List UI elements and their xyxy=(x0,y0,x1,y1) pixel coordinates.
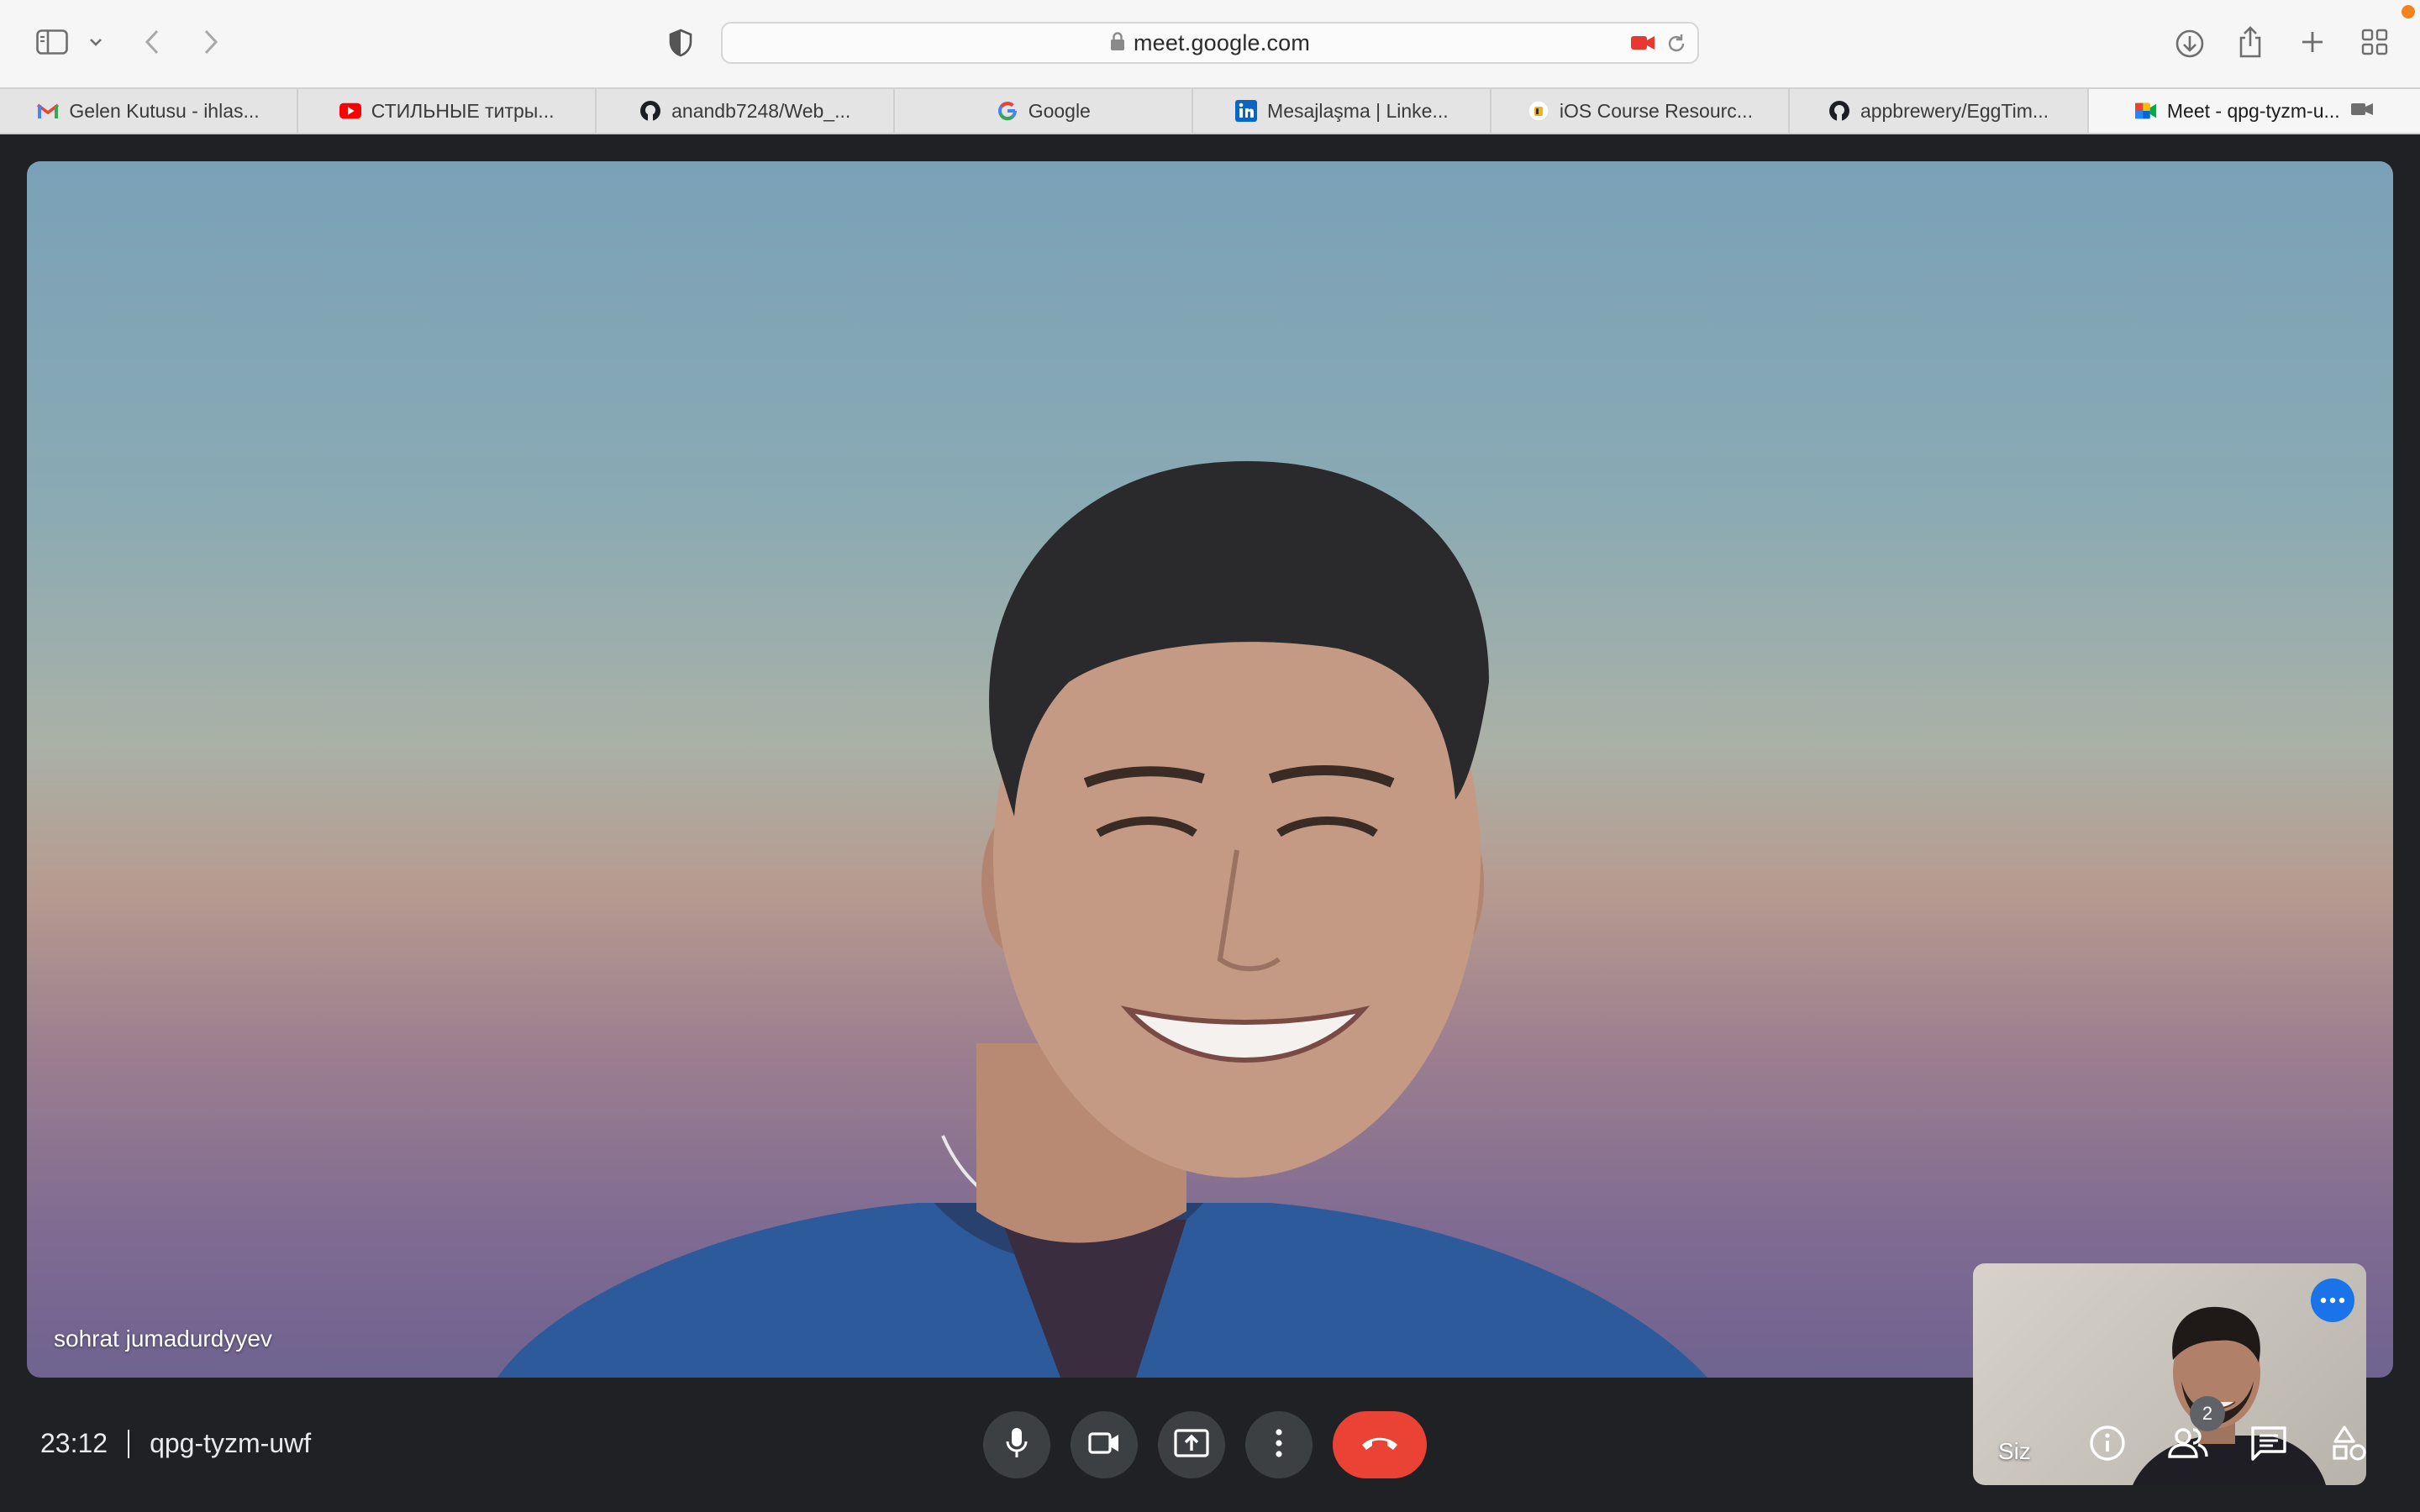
sidebar-toggle-icon[interactable] xyxy=(34,27,71,57)
tab-gmail[interactable]: Gelen Kutusu - ihlas... xyxy=(0,89,299,133)
tab-linkedin[interactable]: Mesajlaşma | Linke... xyxy=(1193,89,1492,133)
address-bar[interactable]: meet.google.com xyxy=(721,22,1699,64)
camera-in-use-icon xyxy=(2350,100,2374,123)
participants-count-badge: 2 xyxy=(2190,1396,2225,1431)
present-screen-button[interactable] xyxy=(1158,1411,1225,1478)
new-tab-icon[interactable] xyxy=(2297,27,2328,57)
meeting-info: 23:12 qpg-tyzm-uwf xyxy=(40,1428,311,1459)
more-options-button[interactable] xyxy=(1245,1411,1313,1478)
meet-stage: sohrat jumadurdyyev Siz xyxy=(0,134,2420,1512)
microphone-button[interactable] xyxy=(983,1411,1050,1478)
reload-icon[interactable] xyxy=(1665,33,1687,59)
tab-github-eggtimer[interactable]: appbrewery/EggTim... xyxy=(1790,89,2089,133)
privacy-shield-icon[interactable] xyxy=(666,27,696,59)
lock-icon xyxy=(1110,31,1125,55)
more-options-icon[interactable] xyxy=(2311,1278,2354,1322)
youtube-icon xyxy=(339,100,361,122)
present-screen-icon xyxy=(1174,1428,1209,1462)
meeting-code: qpg-tyzm-uwf xyxy=(150,1428,312,1458)
notification-dot xyxy=(2402,5,2415,18)
chat-icon xyxy=(2250,1425,2287,1465)
meeting-time: 23:12 xyxy=(40,1428,108,1458)
tab-google[interactable]: Google xyxy=(895,89,1194,133)
camera-in-use-icon[interactable] xyxy=(1630,34,1655,56)
chevron-down-icon[interactable] xyxy=(86,32,106,52)
microphone-icon xyxy=(1006,1427,1028,1463)
tab-bar: Gelen Kutusu - ihlas... СТИЛЬНЫЕ титры..… xyxy=(0,87,2420,134)
camera-button[interactable] xyxy=(1071,1411,1138,1478)
linkedin-icon xyxy=(1235,100,1258,122)
github-icon xyxy=(639,100,661,122)
participant-figure xyxy=(497,461,1707,1378)
activities-button[interactable] xyxy=(2323,1418,2376,1472)
leave-call-button[interactable] xyxy=(1333,1411,1427,1478)
browser-toolbar: meet.google.com xyxy=(0,0,2420,87)
shapes-icon xyxy=(2332,1425,2367,1465)
hang-up-icon xyxy=(1360,1435,1400,1456)
participant-name: sohrat jumadurdyyev xyxy=(54,1326,272,1352)
forward-icon[interactable] xyxy=(198,27,224,57)
back-icon[interactable] xyxy=(139,27,165,57)
people-icon xyxy=(2168,1426,2208,1464)
share-icon[interactable] xyxy=(2235,24,2265,60)
info-icon xyxy=(2089,1425,2126,1466)
tab-overview-icon[interactable] xyxy=(2360,27,2390,57)
google-icon xyxy=(997,100,1018,122)
meet-icon xyxy=(2134,100,2157,122)
self-label: Siz xyxy=(1998,1438,2031,1464)
tab-youtube[interactable]: СТИЛЬНЫЕ титры... xyxy=(298,89,597,133)
tab-github-web[interactable]: anandb7248/Web_... xyxy=(597,89,896,133)
github-icon xyxy=(1828,100,1850,122)
main-participant-video[interactable]: sohrat jumadurdyyev xyxy=(27,161,2393,1378)
more-vertical-icon xyxy=(1276,1428,1282,1462)
chat-button[interactable] xyxy=(2242,1418,2296,1472)
downloads-icon[interactable] xyxy=(2173,27,2207,60)
tab-ios-course[interactable]: iOS Course Resourc... xyxy=(1491,89,1791,133)
video-camera-icon xyxy=(1088,1431,1120,1459)
course-icon xyxy=(1528,100,1549,122)
meeting-details-button[interactable] xyxy=(2081,1418,2134,1472)
divider xyxy=(128,1429,130,1458)
url-text: meet.google.com xyxy=(1133,29,1311,55)
gmail-icon xyxy=(37,100,60,122)
tab-meet[interactable]: Meet - qpg-tyzm-u... xyxy=(2088,89,2420,133)
